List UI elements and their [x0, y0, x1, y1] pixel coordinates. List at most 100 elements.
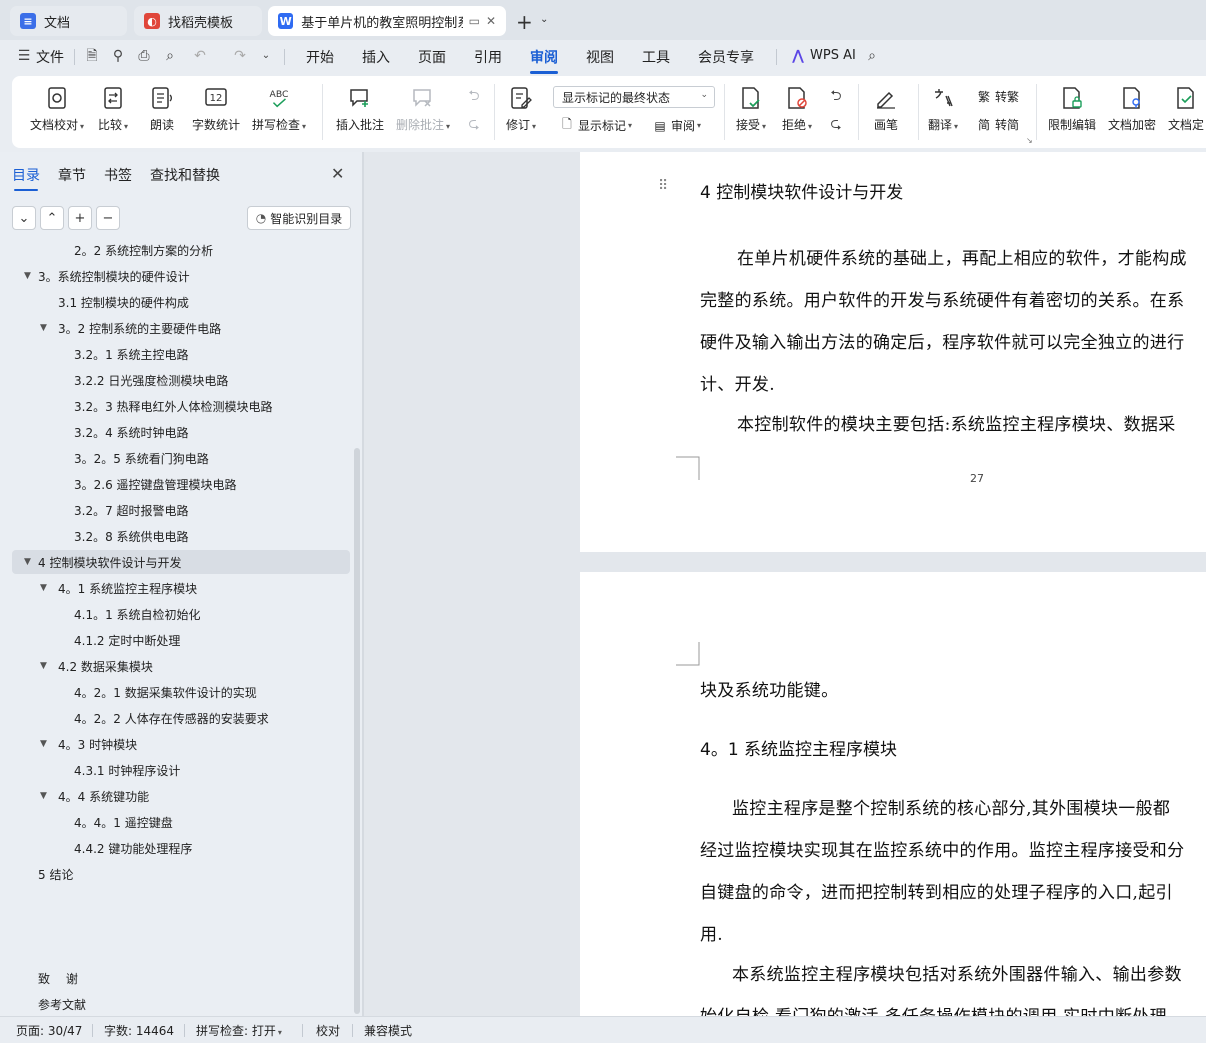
next-comment-icon[interactable]: ⮎: [466, 116, 482, 132]
to-simplified-button[interactable]: 简 转简: [976, 116, 1019, 133]
menu-wps-ai[interactable]: WPS AI: [810, 48, 856, 63]
page-indicator[interactable]: 页面: 30/47: [16, 1022, 82, 1039]
tab-docer[interactable]: ◐ 找稻壳模板: [134, 6, 262, 36]
print-preview-icon[interactable]: ⌕: [162, 48, 178, 64]
toc-scrollbar[interactable]: [354, 448, 360, 1014]
toc-item[interactable]: 致 谢: [12, 966, 350, 990]
toc-item[interactable]: 3。2。5 系统看门狗电路: [12, 446, 350, 470]
save-icon[interactable]: 🗎: [84, 48, 100, 64]
document-canvas[interactable]: ⠿ 4 控制模块软件设计与开发 在单片机硬件系统的基础上，再配上相应的软件，才能…: [364, 152, 1206, 1016]
undo-icon[interactable]: ↶: [192, 48, 208, 64]
toc-item[interactable]: 4.1。1 系统自检初始化: [12, 602, 350, 626]
proofread-indicator[interactable]: 校对: [316, 1022, 340, 1039]
spell-check-button[interactable]: ABC 拼写检查 ▾: [252, 86, 306, 133]
search-icon[interactable]: ⌕: [864, 48, 880, 64]
prev-change-icon[interactable]: ⮌: [828, 88, 844, 104]
monitor-icon[interactable]: ▭: [469, 14, 480, 28]
nav-tab-bookmarks[interactable]: 书签: [104, 165, 132, 185]
menu-home[interactable]: 开始: [306, 47, 334, 67]
document-page[interactable]: 块及系统功能键。 4。1 系统监控主程序模块 监控主程序是整个控制系统的核心部分…: [580, 572, 1206, 1016]
doc-encrypt-button[interactable]: 文档加密: [1108, 86, 1156, 133]
toc-item[interactable]: 3.2。8 系统供电电路: [12, 524, 350, 548]
toc-item[interactable]: 3.2。3 热释电红外人体检测模块电路: [12, 394, 350, 418]
show-markup-button[interactable]: 🗋 显示标记 ▾: [559, 117, 632, 134]
remove-heading-button[interactable]: −: [96, 206, 120, 230]
expand-arrow-icon[interactable]: ▼: [40, 583, 47, 593]
tab-docs[interactable]: ≡ 文档: [10, 6, 127, 36]
toc-item[interactable]: ▼ 4。1 系统监控主程序模块: [12, 576, 350, 600]
toc-item[interactable]: ▼ 4。4 系统键功能: [12, 784, 350, 808]
hamburger-icon[interactable]: ☰: [16, 48, 32, 64]
toc-item[interactable]: 4。2。1 数据采集软件设计的实现: [12, 680, 350, 704]
new-tab-icon[interactable]: +: [516, 10, 533, 34]
toc-item[interactable]: 3.1 控制模块的硬件构成: [12, 290, 350, 314]
delete-comment-button[interactable]: 删除批注 ▾: [396, 86, 450, 133]
expand-group-icon[interactable]: ↘: [1026, 136, 1033, 145]
add-heading-button[interactable]: +: [68, 206, 92, 230]
toc-item[interactable]: 4。2。2 人体存在传感器的安装要求: [12, 706, 350, 730]
share-icon[interactable]: ⚲: [110, 48, 126, 64]
menu-member[interactable]: 会员专享: [698, 47, 754, 67]
toc-item[interactable]: ▼ 3。系统控制模块的硬件设计: [12, 264, 350, 288]
toc-item[interactable]: 3.2。4 系统时钟电路: [12, 420, 350, 444]
expand-arrow-icon[interactable]: ▼: [40, 739, 47, 749]
toc-item[interactable]: 4.1.2 定时中断处理: [12, 628, 350, 652]
next-change-icon[interactable]: ⮎: [828, 116, 844, 132]
menu-view[interactable]: 视图: [586, 47, 614, 67]
document-page[interactable]: ⠿ 4 控制模块软件设计与开发 在单片机硬件系统的基础上，再配上相应的软件，才能…: [580, 152, 1206, 552]
drag-handle-icon[interactable]: ⠿: [658, 178, 668, 194]
revise-button[interactable]: 修订 ▾: [506, 86, 536, 133]
collapse-all-button[interactable]: ⌃: [40, 206, 64, 230]
translate-button[interactable]: 翻译 ▾: [928, 86, 958, 133]
menu-page[interactable]: 页面: [418, 47, 446, 67]
expand-arrow-icon[interactable]: ▼: [40, 791, 47, 801]
toc-item[interactable]: 参考文献: [12, 992, 350, 1016]
toc-item[interactable]: ▼ 4。3 时钟模块: [12, 732, 350, 756]
menu-insert[interactable]: 插入: [362, 47, 390, 67]
doc-check-button[interactable]: 文档校对 ▾: [30, 86, 84, 133]
redo-icon[interactable]: ↷: [232, 48, 248, 64]
nav-tab-toc[interactable]: 目录: [12, 165, 40, 191]
toc-item[interactable]: 5 结论: [12, 862, 350, 886]
word-count-indicator[interactable]: 字数: 14464: [104, 1022, 174, 1039]
read-aloud-button[interactable]: 朗读: [150, 86, 174, 133]
toc-item[interactable]: 4。4。1 遥控键盘: [12, 810, 350, 834]
review-pane-button[interactable]: ▤ 审阅 ▾: [652, 117, 701, 134]
menu-review[interactable]: 审阅: [530, 47, 558, 74]
menu-file[interactable]: 文件: [36, 47, 64, 67]
toc-item[interactable]: 4.3.1 时钟程序设计: [12, 758, 350, 782]
accept-button[interactable]: 接受 ▾: [736, 86, 766, 133]
toc-item[interactable]: 4.4.2 键功能处理程序: [12, 836, 350, 860]
doc-final-button[interactable]: 文档定: [1168, 86, 1204, 133]
menu-references[interactable]: 引用: [474, 47, 502, 67]
expand-all-button[interactable]: ⌄: [12, 206, 36, 230]
restrict-edit-button[interactable]: 限制编辑: [1048, 86, 1096, 133]
toc-item[interactable]: ▼ 4.2 数据采集模块: [12, 654, 350, 678]
expand-arrow-icon[interactable]: ▼: [24, 557, 31, 567]
close-tab-icon[interactable]: ✕: [486, 14, 496, 28]
tab-document[interactable]: W 基于单片机的教室照明控制系 ▭ ✕: [268, 6, 506, 36]
prev-comment-icon[interactable]: ⮌: [466, 88, 482, 104]
to-traditional-button[interactable]: 繁 转繁: [976, 88, 1019, 105]
toc-item[interactable]: ▼ 3。2 控制系统的主要硬件电路: [12, 316, 350, 340]
nav-tab-find-replace[interactable]: 查找和替换: [150, 165, 220, 185]
close-icon[interactable]: ✕: [331, 164, 344, 183]
smart-toc-button[interactable]: ◔ 智能识别目录: [247, 206, 351, 230]
insert-comment-button[interactable]: 插入批注: [336, 86, 384, 133]
print-icon[interactable]: ⎙: [136, 48, 152, 64]
nav-tab-sections[interactable]: 章节: [58, 165, 86, 185]
compare-button[interactable]: 比较 ▾: [98, 86, 128, 133]
chevron-down-icon[interactable]: ⌄: [540, 14, 548, 25]
menu-tools[interactable]: 工具: [642, 47, 670, 67]
toc-item[interactable]: 2。2 系统控制方案的分析: [12, 240, 350, 262]
expand-arrow-icon[interactable]: ▼: [24, 271, 31, 281]
expand-arrow-icon[interactable]: ▼: [40, 661, 47, 671]
reject-button[interactable]: 拒绝 ▾: [782, 86, 812, 133]
toc-item[interactable]: 3.2.2 日光强度检测模块电路: [12, 368, 350, 392]
toc-item[interactable]: ▼ 4 控制模块软件设计与开发: [12, 550, 350, 574]
pen-button[interactable]: 画笔: [874, 86, 898, 133]
toc-item[interactable]: 3.2。1 系统主控电路: [12, 342, 350, 366]
display-mode-select[interactable]: 显示标记的最终状态 ⌄: [553, 86, 715, 108]
word-count-button[interactable]: 12 字数统计: [192, 86, 240, 133]
chevron-down-icon[interactable]: ⌄: [258, 48, 274, 64]
